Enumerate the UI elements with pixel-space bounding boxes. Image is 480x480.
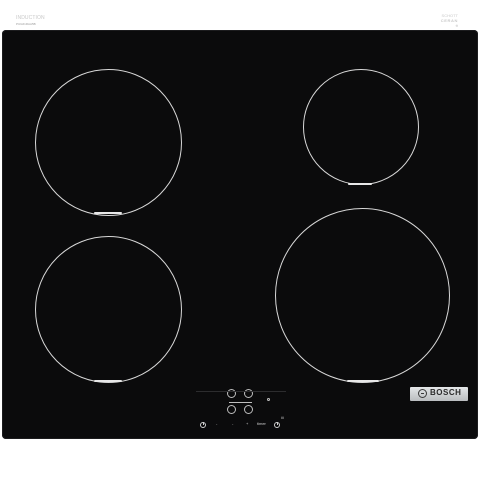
induction-label: INDUCTION — [16, 15, 45, 21]
zone-indicator-bottom-right — [347, 380, 379, 382]
zone-select-front-left-icon[interactable] — [227, 405, 236, 414]
cooking-zone-bottom-left — [35, 236, 182, 383]
cooking-zone-front-left-top — [35, 69, 182, 216]
touch-control-strip — [196, 391, 286, 400]
timer-button[interactable]: timer — [257, 422, 266, 426]
ceran-label: CERAN — [440, 18, 458, 23]
ceran-registered-mark: ® — [455, 24, 458, 28]
minus-right-button[interactable]: - — [232, 422, 233, 426]
bosch-logo-text: BOSCH — [430, 388, 462, 397]
zone-select-front-right-icon[interactable] — [244, 405, 253, 414]
cooking-zone-bottom-right — [275, 208, 450, 383]
power-button[interactable] — [200, 422, 206, 428]
lock-button[interactable] — [274, 422, 280, 428]
bosch-logo-icon — [418, 389, 427, 398]
zone-indicator-bottom-left — [94, 380, 122, 382]
model-number: PUG61RAA5B — [16, 22, 36, 26]
minus-left-button[interactable]: - — [216, 422, 217, 426]
zone-indicator-top-left — [94, 212, 122, 214]
zone-indicator-top-right — [348, 183, 372, 185]
cooking-zone-rear-right — [303, 69, 419, 185]
heat-level-indicator: iii — [281, 415, 284, 420]
zone-selector-divider — [229, 402, 252, 403]
plus-button[interactable]: + — [246, 422, 248, 426]
